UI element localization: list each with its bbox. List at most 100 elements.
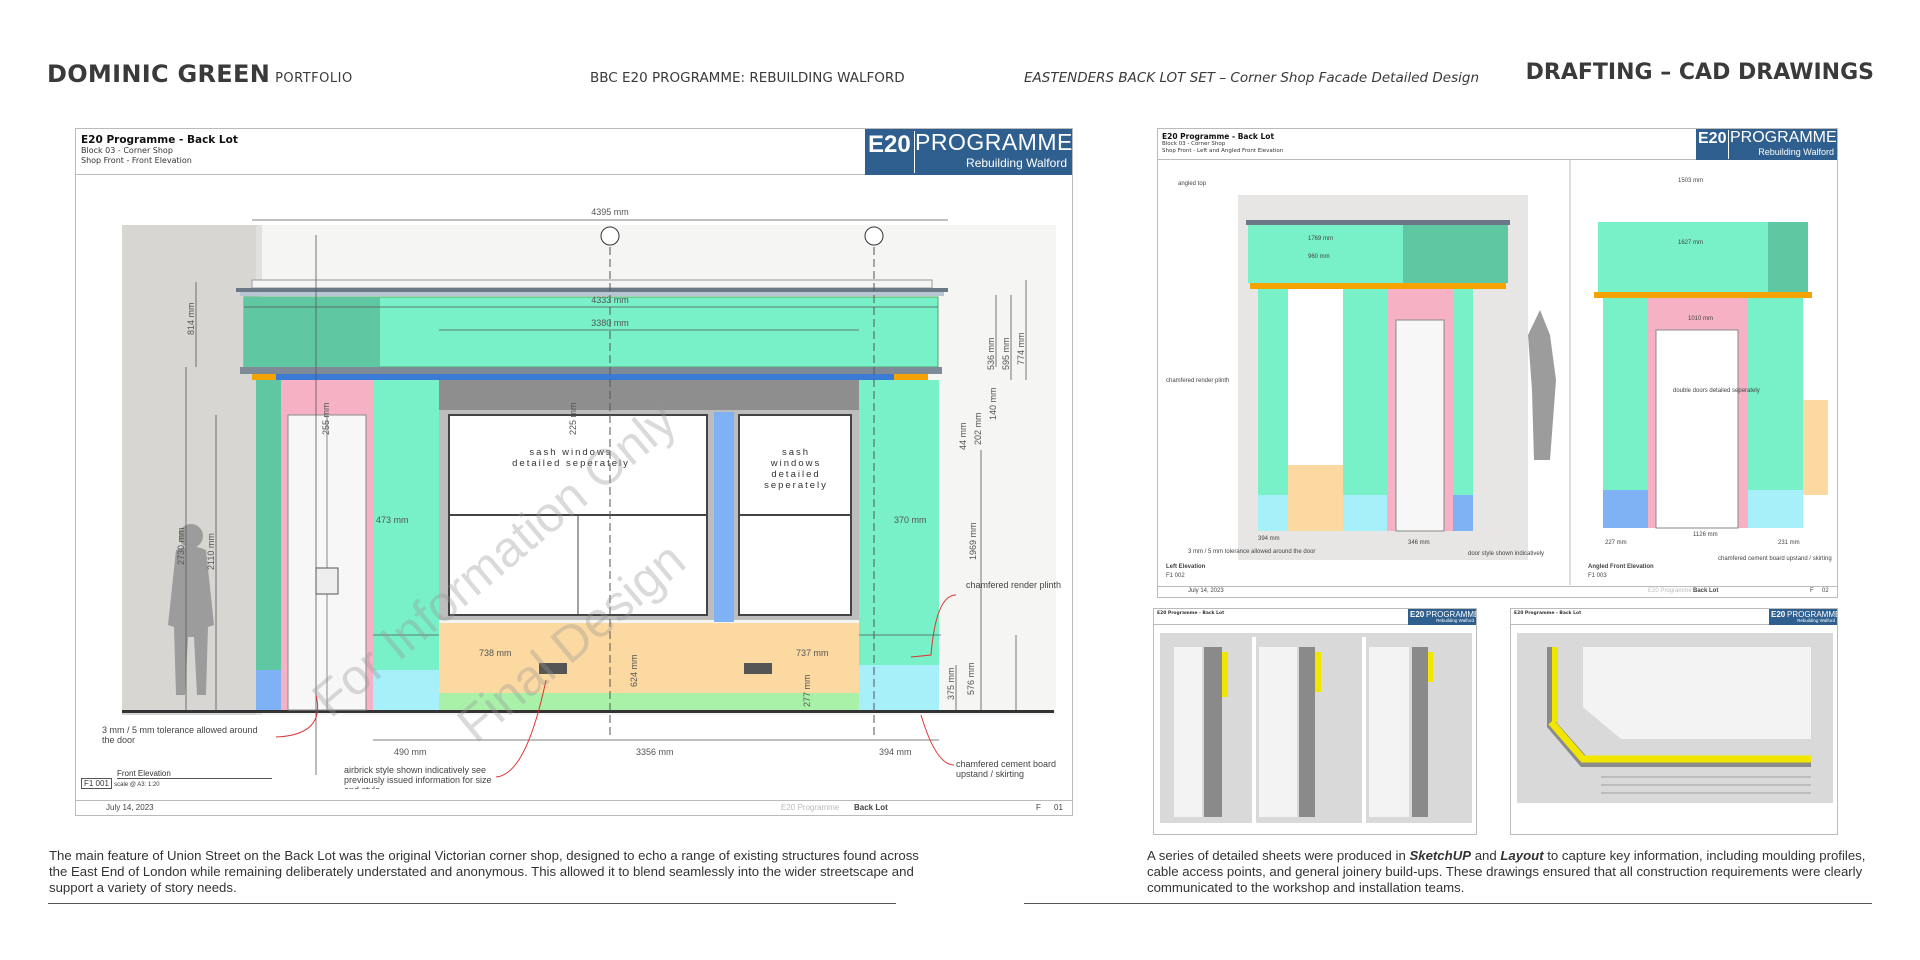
section-right-logo: E20 PROGRAMME Rebuilding Walford [1769,609,1838,625]
section-sheet-left: E20 Programme - Back Lot E20 PROGRAMME R… [1153,608,1477,835]
drawing-title: Front Elevation [117,769,272,779]
brand-name: DOMINIC GREEN PORTFOLIO [47,60,353,88]
side-dim-960: 960 mm [1308,254,1330,260]
dim-595: 595 mm [1001,337,1011,370]
dim-738: 738 mm [479,648,512,658]
dim-576: 576 mm [966,662,976,695]
angled-elevation-title: Angled Front Elevation [1588,564,1654,570]
sheet-view: Shop Front - Front Elevation [81,156,192,165]
sheet-block: Block 03 - Corner Shop [81,146,173,155]
dim-3356: 3356 mm [636,747,674,757]
side-footer-programme: E20 Programme [1648,588,1692,594]
side-dim-394: 394 mm [1258,536,1280,542]
front-elevation-sheet: E20 Programme - Back Lot Block 03 - Corn… [75,128,1073,816]
page-header: DOMINIC GREEN PORTFOLIO BBC E20 PROGRAMME… [0,58,1920,98]
dim-814: 814 mm [186,302,196,335]
dim-1969: 1969 mm [968,522,978,560]
project-title: EASTENDERS BACK LOT SET – Corner Shop Fa… [1024,70,1480,86]
drawing-ref: F1 001 [81,778,112,789]
side-dim-1126: 1126 mm [1693,532,1718,538]
side-sheet-view: Shop Front - Left and Angled Front Eleva… [1162,148,1284,154]
front-elevation-drawing: 4395 mm 4333 mm 3380 mm 814 mm 2730 mm 2… [102,207,1062,789]
section-title: DRAFTING – CAD DRAWINGS [1525,60,1874,85]
dim-473: 473 mm [376,515,409,525]
section-left-title: E20 Programme - Back Lot [1157,611,1225,616]
section-left-logo: E20 PROGRAMME Rebuilding Walford [1408,609,1477,625]
left-elevation-title: Left Elevation [1166,564,1206,570]
caption-and: and [1471,848,1501,863]
dim-774: 774 mm [1016,332,1026,365]
side-dim-346: 346 mm [1408,540,1430,546]
dim-490: 490 mm [394,747,427,757]
plan-section-drawing [1517,633,1833,803]
sheet-footer: July 14, 2023 E20 Programme Back Lot F 0… [76,800,1072,815]
sheet-letter: F [1036,803,1041,812]
note-plinth: chamfered render plinth [966,580,1062,590]
side-sheet-title: E20 Programme - Back Lot [1162,132,1275,141]
dim-277: 277 mm [802,674,812,707]
section-left-title-block: E20 Programme - Back Lot E20 PROGRAMME R… [1154,609,1476,625]
caption-layout: Layout [1500,848,1544,863]
dim-overall: 4395 mm [591,207,629,217]
side-note-angled-top: angled top [1178,181,1207,187]
dim-394: 394 mm [879,747,912,757]
angled-elevation-ref: F1 003 [1588,573,1607,579]
sheet-title-block: E20 Programme - Back Lot Block 03 - Corn… [76,129,1072,175]
brand-subtitle: PORTFOLIO [275,71,353,86]
side-dim-1503: 1503 mm [1678,178,1703,184]
divider-left [48,903,896,904]
sheet-date: July 14, 2023 [106,803,154,812]
caption-left: The main feature of Union Street on the … [49,848,919,895]
dim-2110: 2110 mm [206,533,216,570]
side-dim-1627: 1627 mm [1678,240,1703,246]
dim-737: 737 mm [796,648,829,658]
caption-right: A series of detailed sheets were produce… [1147,848,1877,896]
drawing-scale: scale @ A3: 1:20 [114,782,160,788]
side-sheet-letter: F [1810,588,1814,594]
side-dim-1010: 1010 mm [1688,316,1713,322]
note-skirting: chamfered cement board upstand / skirtin… [956,759,1057,779]
side-dim-231: 231 mm [1778,540,1800,546]
side-elevation-sheet: E20 Programme - Back Lot Block 03 - Corn… [1157,128,1838,598]
footer-programme: E20 Programme [781,803,840,812]
side-note-board: chamfered cement board upstand / skirtin… [1718,556,1832,562]
note-sash-left: sash windows detailed seperately [512,447,630,469]
sheet-title: E20 Programme - Back Lot [81,134,238,146]
note-airbrick: airbrick style shown indicatively see pr… [344,765,492,789]
dim-2730: 2730 mm [176,527,186,565]
side-sheet-date: July 14, 2023 [1188,588,1224,594]
dim-202: 202 mm [973,412,983,445]
dim-140: 140 mm [988,387,998,420]
side-e20-logo: E20 PROGRAMME Rebuilding Walford [1696,129,1837,160]
section-sheet-right: E20 Programme - Back Lot E20 PROGRAMME R… [1510,608,1838,835]
dim-facia: 4333 mm [591,295,629,305]
dim-370: 370 mm [894,515,927,525]
footer-area: Back Lot [854,803,888,812]
note-tolerance: 3 mm / 5 mm tolerance allowed around the… [102,725,258,745]
side-dim-1769: 1769 mm [1308,236,1333,242]
side-sheet-number: 02 [1822,588,1829,594]
side-dim-227: 227 mm [1605,540,1627,546]
dim-624: 624 mm [629,654,639,687]
side-sheet-footer: July 14, 2023 E20 Programme Back Lot F 0… [1158,586,1837,597]
dim-255: 255 mm [321,402,331,435]
sheet-number: 01 [1054,803,1063,812]
dim-225: 225 mm [568,402,578,435]
note-sash-right: sash windows detailed seperately [764,447,828,491]
side-sheet-block: Block 03 - Corner Shop [1162,141,1226,147]
divider-right [1024,903,1872,904]
drawing-label: Front Elevation F1 001 scale @ A3: 1:20 [81,769,272,789]
caption-right-part-1: A series of detailed sheets were produce… [1147,848,1410,863]
dim-44: 44 mm [958,422,968,450]
section-right-title: E20 Programme - Back Lot [1514,611,1582,616]
section-right-title-block: E20 Programme - Back Lot E20 PROGRAMME R… [1511,609,1837,625]
e20-programme-logo: E20 PROGRAMME Rebuilding Walford [865,129,1072,175]
programme-title: BBC E20 PROGRAMME: REBUILDING WALFORD [590,70,905,86]
side-note-door-style: door style shown indicatively [1468,551,1544,557]
dim-536: 536 mm [986,337,996,370]
left-elevation-ref: F1 002 [1166,573,1185,579]
side-footer-area: Back Lot [1693,588,1719,594]
dim-375: 375 mm [946,667,956,700]
side-title-block: E20 Programme - Back Lot Block 03 - Corn… [1158,129,1837,160]
side-elevation-drawing: angled top chamfered render plinth 3 mm … [1166,160,1832,585]
